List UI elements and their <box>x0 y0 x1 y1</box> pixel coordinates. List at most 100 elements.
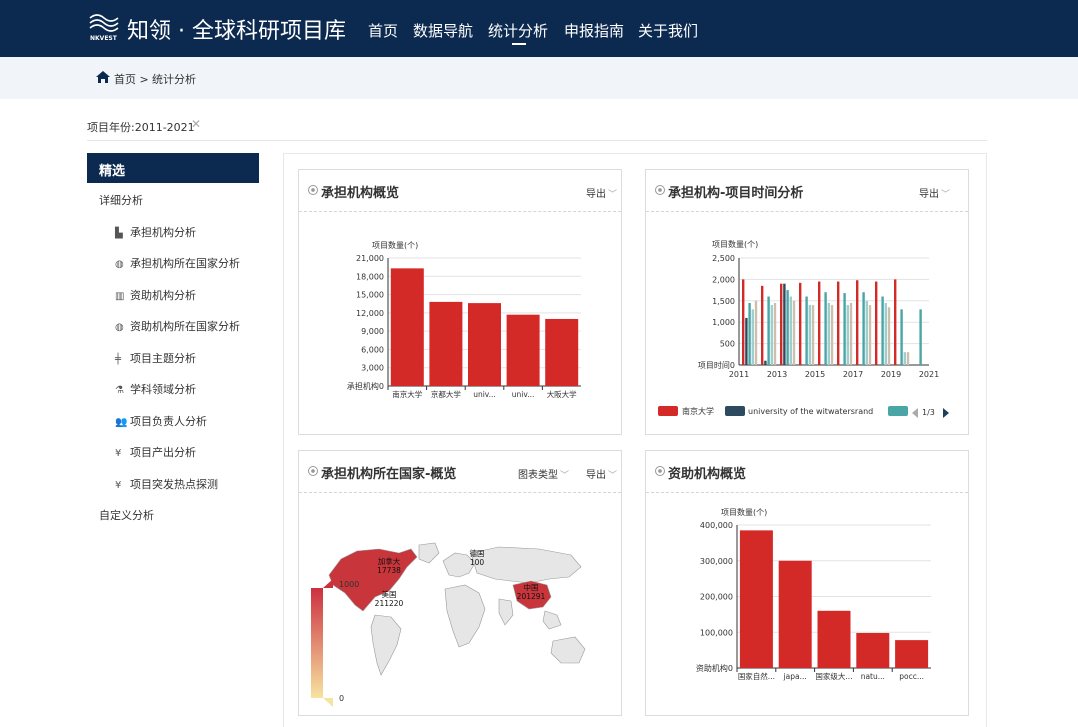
nav-home[interactable]: 首页 <box>368 20 398 41</box>
greenland-region <box>418 542 440 564</box>
bar <box>545 318 579 386</box>
bullet-icon <box>308 185 318 195</box>
x-tick-label: japa... <box>783 672 807 681</box>
site-title[interactable]: 知领 · 全球科研项目库 <box>127 13 346 45</box>
bar <box>751 309 754 365</box>
bar <box>745 317 748 365</box>
flask-icon: ⚗ <box>115 385 124 396</box>
y-tick-label: 6,000 <box>361 345 384 354</box>
world-map-chart: 美国211220 中国201291 加拿大17738 德国100 1000 0 <box>311 542 586 707</box>
bar <box>773 302 777 365</box>
bar <box>887 307 891 365</box>
sidebar-item-label: 学科领域分析 <box>130 383 196 396</box>
bar <box>783 283 786 365</box>
building-icon: ▙ <box>115 228 123 239</box>
bar <box>742 279 745 365</box>
nav-data-navigation[interactable]: 数据导航 <box>413 20 473 41</box>
export-label: 导出 <box>586 470 606 481</box>
bullet-icon <box>655 185 665 195</box>
export-label: 导出 <box>919 189 939 200</box>
year-filter-tag: 项目年份:2011-2021 <box>87 121 195 134</box>
x-tick-label: 2017 <box>843 370 863 379</box>
y-tick-label: 400,000 <box>700 521 733 530</box>
bullet-icon <box>655 466 665 476</box>
card-title: 资助机构概览 <box>668 467 747 482</box>
sidebar-item-label: 承担机构所在国家分析 <box>130 257 240 270</box>
bar <box>811 305 815 365</box>
legend-page: 1/3 <box>922 408 935 417</box>
x-tick-label: 京都大学 <box>431 389 461 399</box>
bar <box>780 283 783 365</box>
bar <box>830 305 834 365</box>
y-tick-label: 2,500 <box>712 254 735 263</box>
y-tick-label: 18,000 <box>356 272 384 281</box>
bullet-icon <box>308 466 318 476</box>
logo-text: NKVEST <box>90 35 118 42</box>
sidebar-item-institution-country[interactable]: ◍ 承担机构所在国家分析 <box>115 255 240 271</box>
visual-map-handle <box>323 698 333 707</box>
sidebar-item-pi[interactable]: 👥 项目负责人分析 <box>115 413 207 429</box>
x-tick-label: univ... <box>512 390 535 399</box>
sidebar-group-custom[interactable]: 自定义分析 <box>99 507 154 523</box>
sidebar-item-discipline[interactable]: ⚗ 学科领域分析 <box>115 381 196 397</box>
bar <box>506 314 540 386</box>
x-tick-label: 大阪大学 <box>547 389 577 399</box>
institution-time-bar-chart: 项目数量(个) 项目时间0 500 1,000 1,500 2,000 2,500 2011 2… <box>658 239 949 418</box>
bar <box>818 281 821 365</box>
bar <box>739 530 773 668</box>
bar <box>903 352 906 365</box>
russia-asia-region <box>470 546 582 584</box>
sidebar-item-label: 项目突发热点探测 <box>130 478 218 491</box>
nav-about-us[interactable]: 关于我们 <box>638 20 698 41</box>
x-tick-label: 2011 <box>729 370 749 379</box>
bar <box>900 309 903 365</box>
sidebar-item-output[interactable]: ¥ 项目产出分析 <box>115 444 196 460</box>
card-title: 承担机构概览 <box>321 186 400 201</box>
bar <box>862 292 865 365</box>
sidebar-item-institution[interactable]: ▙ 承担机构分析 <box>115 224 196 240</box>
y-tick-label: 200,000 <box>700 593 733 602</box>
users-icon: 👥 <box>115 417 128 428</box>
bar <box>856 280 859 365</box>
chart-type-dropdown[interactable]: 图表类型 ﹀ <box>518 466 569 481</box>
home-icon[interactable] <box>95 70 111 84</box>
y-tick-label: 12,000 <box>356 309 384 318</box>
legend-label: 南京大学 <box>682 406 714 416</box>
y-tick-label: 资助机构0 <box>696 663 733 673</box>
chevron-down-icon: ﹀ <box>560 471 570 481</box>
close-icon[interactable]: ✕ <box>191 117 201 131</box>
sidebar-item-topic[interactable]: ╪ 项目主题分析 <box>115 350 196 366</box>
bar <box>837 281 840 365</box>
map-region-name: 中国 <box>524 582 539 592</box>
bar <box>894 279 897 365</box>
sidebar-item-funder[interactable]: ▥ 资助机构分析 <box>115 287 196 303</box>
sidebar-group-detailed[interactable]: 详细分析 <box>99 192 143 208</box>
export-dropdown[interactable]: 导出 ﹀ <box>586 466 617 481</box>
sidebar-item-funder-country[interactable]: ◍ 资助机构所在国家分析 <box>115 318 240 334</box>
nav-application-guide[interactable]: 申报指南 <box>564 20 624 41</box>
breadcrumb-home[interactable]: 首页 > <box>114 71 149 87</box>
logo-icon[interactable]: NKVEST <box>88 12 124 42</box>
legend-swatch <box>658 406 678 416</box>
y-tick-label: 21,000 <box>356 254 384 263</box>
export-dropdown[interactable]: 导出 ﹀ <box>586 185 617 200</box>
bar <box>906 352 910 365</box>
topic-icon: ╪ <box>115 354 122 365</box>
yen-icon: ¥ <box>115 480 122 491</box>
y-tick-label: 承担机构0 <box>347 381 384 391</box>
card-header: 承担机构所在国家-概览 图表类型 ﹀ 导出 ﹀ <box>299 451 621 493</box>
card-header: 承担机构-项目时间分析 导出 ﹀ <box>646 170 968 212</box>
bar <box>764 360 767 365</box>
breadcrumb-current: 统计分析 <box>152 73 196 86</box>
y-tick-label: 15,000 <box>356 291 384 300</box>
chevron-down-icon: ﹀ <box>941 190 951 200</box>
funder-bar-chart: 项目数量(个) 资助机构0 100,000 200,000 300,000 400,000… <box>696 507 931 681</box>
globe-icon: ◍ <box>115 259 124 270</box>
bar <box>390 268 424 386</box>
nav-statistics[interactable]: 统计分析 <box>488 20 548 41</box>
south-america-region <box>370 614 402 676</box>
sidebar-item-hotspot[interactable]: ¥ 项目突发热点探测 <box>115 476 218 492</box>
chevron-down-icon: ﹀ <box>608 190 618 200</box>
bar <box>827 302 830 365</box>
export-dropdown[interactable]: 导出 ﹀ <box>919 185 950 200</box>
